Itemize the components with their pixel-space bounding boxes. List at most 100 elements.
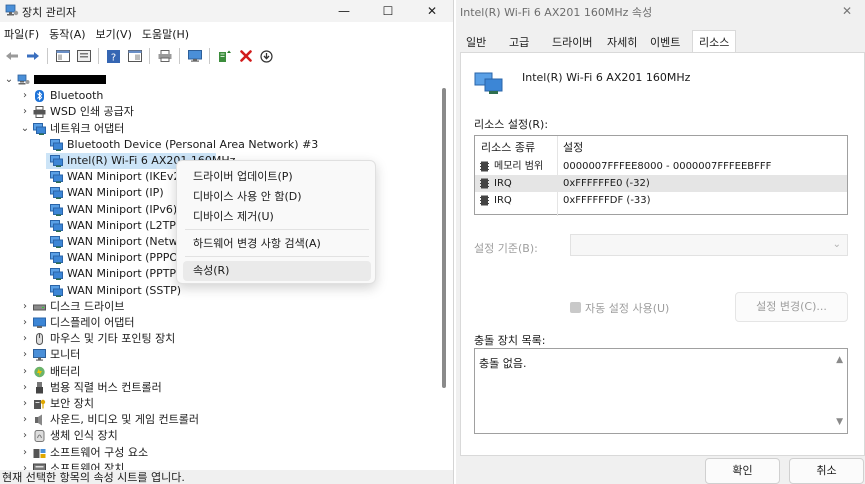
menu-separator xyxy=(185,229,369,230)
svg-text:?: ? xyxy=(111,52,116,63)
resource-chip-icon xyxy=(480,178,489,189)
network-adapter-icon xyxy=(33,123,46,135)
tab-details[interactable]: 자세히 xyxy=(607,34,637,52)
disk-drive-icon xyxy=(33,301,46,313)
tree-item-label: WAN Miniport (PPPOE) xyxy=(67,251,190,264)
back-arrow-icon xyxy=(5,52,18,60)
tree-item-label: 디스플레이 어댑터 xyxy=(50,316,135,329)
collapse-chevron-icon[interactable]: ⌄ xyxy=(20,121,30,137)
context-menu-item[interactable]: 디바이스 사용 안 함(D) xyxy=(183,187,371,207)
forward-arrow-icon xyxy=(26,52,39,60)
tab-strip: 일반 고급 드라이버 자세히 이벤트 리소스 xyxy=(460,30,865,53)
conflict-list[interactable]: 충돌 없음. ▲ ▼ xyxy=(474,348,848,434)
expand-chevron-icon[interactable]: › xyxy=(20,88,30,104)
minimize-button[interactable]: — xyxy=(322,0,366,22)
resource-chip-icon xyxy=(480,195,489,206)
expand-chevron-icon[interactable]: › xyxy=(20,396,30,412)
network-adapter-icon xyxy=(50,187,63,199)
expand-chevron-icon[interactable]: › xyxy=(20,299,30,315)
menu-action[interactable]: 동작(A) xyxy=(45,24,91,42)
resource-type: 메모리 범위 xyxy=(494,161,544,172)
network-adapter-icon xyxy=(50,139,63,151)
enable-device-button[interactable] xyxy=(257,47,276,65)
conflict-text: 충돌 없음. xyxy=(479,357,527,370)
expand-chevron-icon[interactable]: › xyxy=(20,104,30,120)
checkbox-icon xyxy=(570,302,581,313)
tree-scrollbar[interactable] xyxy=(440,70,448,470)
print-button[interactable] xyxy=(155,47,174,65)
expand-chevron-icon[interactable]: › xyxy=(20,364,30,380)
tree-item-label: 마우스 및 기타 포인팅 장치 xyxy=(50,332,176,345)
tab-resources[interactable]: 리소스 xyxy=(692,30,737,53)
scrollbar-thumb[interactable] xyxy=(442,88,446,388)
menu-help[interactable]: 도움말(H) xyxy=(138,24,195,42)
toolbar-separator xyxy=(149,48,150,64)
tree-item-label: Bluetooth Device (Personal Area Network)… xyxy=(67,138,319,151)
tree-item-label: Bluetooth xyxy=(50,89,104,102)
expand-chevron-icon[interactable]: › xyxy=(20,347,30,363)
forward-button[interactable] xyxy=(23,47,42,65)
tree-item-label: WAN Miniport (PPTP) xyxy=(67,267,181,280)
expand-chevron-icon[interactable]: › xyxy=(20,445,30,461)
update-driver-icon xyxy=(218,50,231,62)
change-setting-button[interactable]: 설정 변경(C)... xyxy=(735,292,848,322)
expand-chevron-icon[interactable]: › xyxy=(20,412,30,428)
column-header-setting[interactable]: 설정 xyxy=(563,139,583,155)
scroll-up-icon[interactable]: ▲ xyxy=(836,355,843,365)
tree-item-label: WAN Miniport (IPv6) xyxy=(67,203,178,216)
menu-file[interactable]: 파일(F) xyxy=(0,24,45,42)
redacted-computer-name xyxy=(34,75,106,84)
network-adapter-icon xyxy=(50,285,63,297)
setting-based-on-dropdown[interactable]: ⌄ xyxy=(570,234,848,256)
status-bar: 현재 선택한 항목의 속성 시트를 엽니다. xyxy=(0,470,453,484)
menu-view[interactable]: 보기(V) xyxy=(92,24,138,42)
resource-setting: 0000007FFFEE8000 - 0000007FFFEEBFFF xyxy=(563,161,772,172)
context-menu-item[interactable]: 속성(R) xyxy=(183,261,371,281)
tree-item-label: WAN Miniport (IP) xyxy=(67,186,164,199)
scan-hardware-button[interactable] xyxy=(185,47,204,65)
dialog-close-button[interactable]: ✕ xyxy=(833,0,861,22)
expand-chevron-icon[interactable]: › xyxy=(20,380,30,396)
context-menu-item[interactable]: 디바이스 제거(U) xyxy=(183,207,371,227)
expand-chevron-icon[interactable]: › xyxy=(20,315,30,331)
properties-icon xyxy=(76,50,91,62)
table-row[interactable]: 메모리 범위 0000007FFFEE8000 - 0000007FFFEEBFF… xyxy=(475,158,847,175)
maximize-button[interactable]: ☐ xyxy=(366,0,410,22)
view-toggle-button[interactable] xyxy=(125,47,144,65)
toolbar: ? xyxy=(0,46,453,66)
auto-settings-checkbox[interactable]: 자동 설정 사용(U) xyxy=(570,300,669,316)
network-adapter-icon xyxy=(50,252,63,264)
tab-general[interactable]: 일반 xyxy=(466,34,486,52)
battery-icon xyxy=(33,366,46,378)
tab-driver[interactable]: 드라이버 xyxy=(552,34,592,52)
show-hide-console-tree-button[interactable] xyxy=(53,47,72,65)
properties-toolbar-button[interactable] xyxy=(74,47,93,65)
tab-advanced[interactable]: 고급 xyxy=(509,34,529,52)
table-row[interactable]: IRQ 0xFFFFFFDF (-33) xyxy=(475,192,847,209)
context-menu-item[interactable]: 드라이버 업데이트(P) xyxy=(183,167,371,187)
table-row[interactable]: IRQ 0xFFFFFFE0 (-32) xyxy=(475,175,847,192)
update-driver-button[interactable] xyxy=(215,47,234,65)
tab-events[interactable]: 이벤트 xyxy=(650,34,680,52)
back-button[interactable] xyxy=(2,47,21,65)
network-adapter-icon xyxy=(50,268,63,280)
column-header-type[interactable]: 리소스 종류 xyxy=(481,139,535,155)
network-adapter-icon xyxy=(50,220,63,232)
expand-chevron-icon[interactable]: › xyxy=(20,331,30,347)
red-x-icon xyxy=(239,50,252,62)
context-menu-item[interactable]: 하드웨어 변경 사항 검색(A) xyxy=(183,234,371,254)
scroll-down-icon[interactable]: ▼ xyxy=(836,417,843,427)
properties-titlebar: Intel(R) Wi-Fi 6 AX201 160MHz 속성 ✕ xyxy=(456,0,865,22)
auto-settings-label: 자동 설정 사용(U) xyxy=(585,302,670,315)
help-button[interactable]: ? xyxy=(104,47,123,65)
expand-chevron-icon[interactable]: › xyxy=(20,428,30,444)
cancel-button[interactable]: 취소 xyxy=(789,458,864,484)
biometric-icon xyxy=(33,430,46,442)
toolbar-separator xyxy=(179,48,180,64)
uninstall-device-button[interactable] xyxy=(236,47,255,65)
close-button[interactable]: ✕ xyxy=(410,0,453,22)
collapse-chevron-icon[interactable]: ⌄ xyxy=(4,72,14,88)
ok-button[interactable]: 확인 xyxy=(705,458,780,484)
resource-type: IRQ xyxy=(494,178,512,189)
resource-settings-table[interactable]: 리소스 종류 설정 메모리 범위 0000007FFFEE8000 - 00000… xyxy=(474,135,848,216)
